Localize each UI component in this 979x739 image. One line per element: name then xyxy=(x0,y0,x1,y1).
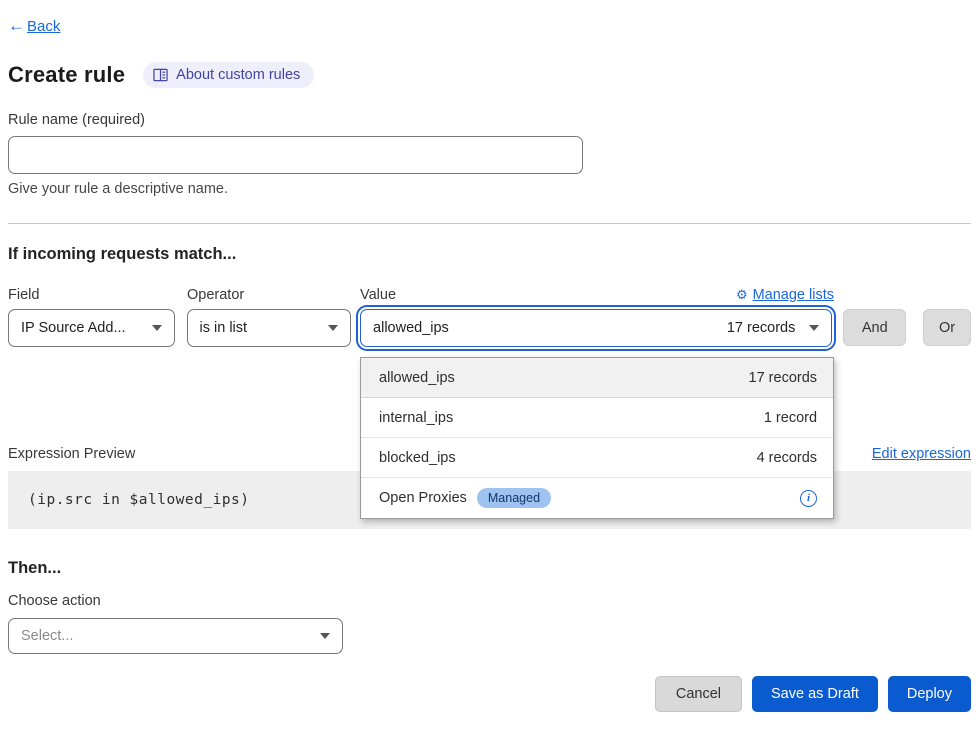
list-item-allowed-ips[interactable]: allowed_ips 17 records xyxy=(361,358,833,398)
info-icon[interactable]: i xyxy=(800,490,817,507)
field-select[interactable]: IP Source Add... xyxy=(8,309,175,347)
list-item-records: 17 records xyxy=(749,370,818,386)
chevron-down-icon xyxy=(152,325,162,331)
rule-name-label: Rule name (required) xyxy=(8,112,971,128)
list-item-records: 1 record xyxy=(764,410,817,426)
edit-expression-link[interactable]: Edit expression xyxy=(872,446,971,462)
operator-select-value: is in list xyxy=(200,320,248,336)
and-button[interactable]: And xyxy=(843,309,906,346)
manage-lists-link[interactable]: ⚙ Manage lists xyxy=(736,287,834,303)
list-item-internal-ips[interactable]: internal_ips 1 record xyxy=(361,398,833,438)
expression-preview-label: Expression Preview xyxy=(8,446,135,462)
book-icon xyxy=(153,68,168,82)
page-title: Create rule xyxy=(8,62,125,88)
list-item-name: Open Proxies xyxy=(379,490,467,506)
chevron-down-icon xyxy=(809,325,819,331)
section-divider xyxy=(8,223,971,224)
match-section-heading: If incoming requests match... xyxy=(8,245,971,264)
value-select[interactable]: allowed_ips 17 records xyxy=(360,309,832,347)
operator-select[interactable]: is in list xyxy=(187,309,352,347)
list-item-name: allowed_ips xyxy=(379,370,455,386)
value-select-value: allowed_ips xyxy=(373,320,449,336)
action-select[interactable]: Select... xyxy=(8,618,343,654)
save-as-draft-button[interactable]: Save as Draft xyxy=(752,676,878,712)
value-select-wrapper: allowed_ips 17 records allowed_ips 17 re… xyxy=(360,309,832,347)
about-pill-label: About custom rules xyxy=(176,67,300,83)
list-item-open-proxies[interactable]: Open Proxies Managed i xyxy=(361,478,833,518)
list-item-blocked-ips[interactable]: blocked_ips 4 records xyxy=(361,438,833,478)
list-item-name: internal_ips xyxy=(379,410,453,426)
create-rule-page: ←Back Create rule About custom rules Rul… xyxy=(0,0,979,739)
rule-name-helper: Give your rule a descriptive name. xyxy=(8,181,971,197)
back-link[interactable]: ←Back xyxy=(8,16,60,36)
action-select-placeholder: Select... xyxy=(21,628,73,644)
chevron-down-icon xyxy=(320,633,330,639)
gear-icon: ⚙ xyxy=(736,287,748,303)
rule-name-input[interactable] xyxy=(8,136,583,174)
expression-code: (ip.src in $allowed_ips) xyxy=(28,492,250,508)
about-custom-rules-link[interactable]: About custom rules xyxy=(143,62,314,88)
deploy-button[interactable]: Deploy xyxy=(888,676,971,712)
value-label: Value xyxy=(360,287,396,303)
back-arrow-icon: ← xyxy=(8,16,25,36)
value-select-records: 17 records xyxy=(727,320,796,336)
then-heading: Then... xyxy=(8,559,971,578)
field-label: Field xyxy=(8,287,187,303)
operator-label: Operator xyxy=(187,287,360,303)
list-item-name: blocked_ips xyxy=(379,450,456,466)
field-select-value: IP Source Add... xyxy=(21,320,126,336)
chevron-down-icon xyxy=(328,325,338,331)
choose-action-label: Choose action xyxy=(8,593,971,609)
or-button[interactable]: Or xyxy=(923,309,971,346)
managed-badge: Managed xyxy=(477,488,551,508)
list-item-records: 4 records xyxy=(757,450,817,466)
manage-lists-label[interactable]: Manage lists xyxy=(753,287,834,303)
value-dropdown-panel: allowed_ips 17 records internal_ips 1 re… xyxy=(360,357,834,519)
back-link-label[interactable]: Back xyxy=(27,18,60,35)
cancel-button[interactable]: Cancel xyxy=(655,676,742,712)
